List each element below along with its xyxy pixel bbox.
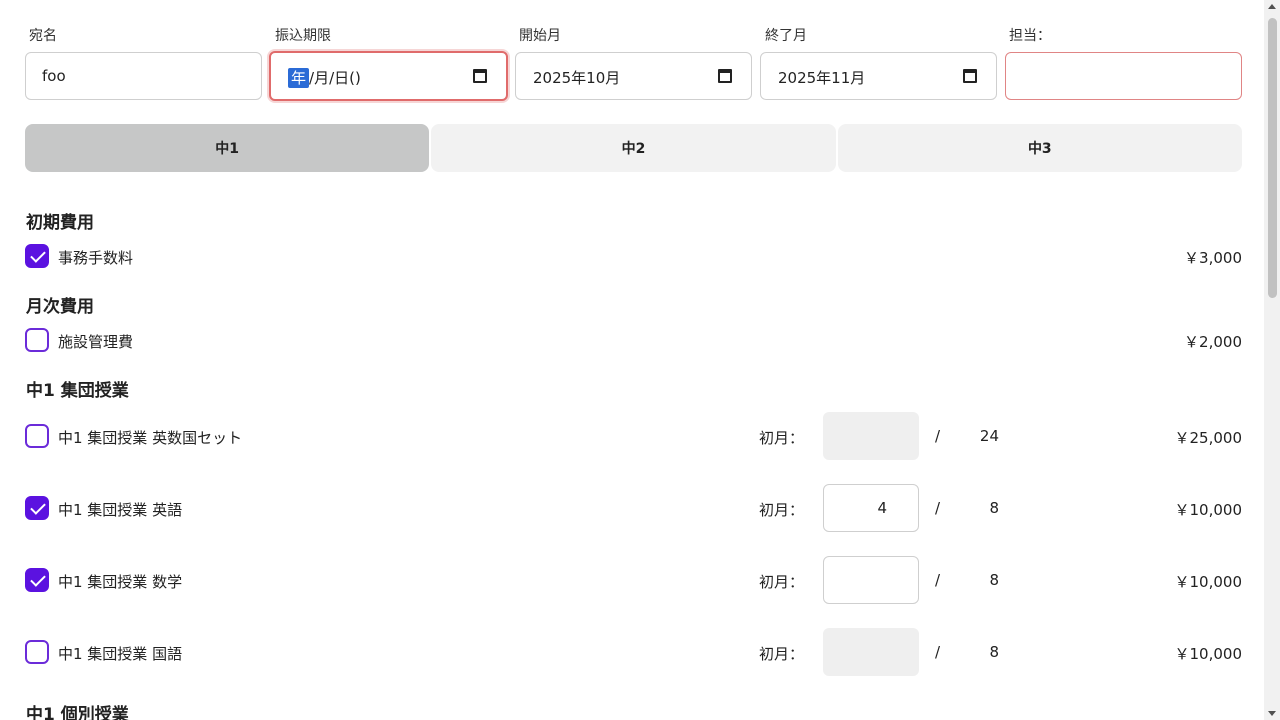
item-name: 事務手数料: [58, 249, 134, 267]
list-item: 中1 集団授業 英数国セット 初月： / 24 ￥25,000: [25, 412, 1242, 460]
start-month-value: 2025年10月: [533, 69, 621, 87]
first-month-input[interactable]: [823, 412, 919, 460]
separator: /: [935, 499, 941, 517]
end-month-label: 終了月: [765, 28, 807, 44]
scroll-down-arrow-icon[interactable]: [1268, 711, 1276, 716]
first-month-label: 初月：: [759, 645, 805, 663]
japanese-checkbox[interactable]: [25, 640, 49, 664]
facility-checkbox[interactable]: [25, 328, 49, 352]
start-month-input[interactable]: 2025年10月: [515, 52, 752, 100]
list-item: 中1 集団授業 国語 初月： / 8 ￥10,000: [25, 628, 1242, 676]
total-sessions: 8: [989, 643, 999, 661]
item-price: ￥25,000: [1174, 429, 1243, 447]
recipient-label: 宛名: [29, 28, 57, 44]
staff-input[interactable]: [1005, 52, 1242, 100]
end-month-value: 2025年11月: [778, 69, 866, 87]
list-item: 事務手数料 ￥3,000: [25, 232, 1242, 280]
calendar-icon[interactable]: [718, 69, 732, 83]
grade-tabs: 中1 中2 中3: [25, 124, 1242, 172]
total-sessions: 8: [989, 571, 999, 589]
math-checkbox[interactable]: [25, 568, 49, 592]
section-individual-lessons: 中1 個別授業: [26, 705, 129, 720]
separator: /: [935, 427, 941, 445]
due-date-value: 年/月/日(): [288, 67, 361, 88]
section-group-lessons: 中1 集団授業: [26, 381, 129, 401]
first-month-label: 初月：: [759, 573, 805, 591]
section-initial-costs: 初期費用: [26, 213, 94, 233]
due-date-year-segment[interactable]: 年: [288, 68, 310, 88]
total-sessions: 24: [979, 427, 999, 445]
scroll-thumb[interactable]: [1268, 18, 1277, 298]
separator: /: [935, 571, 941, 589]
tab-grade-3[interactable]: 中3: [837, 124, 1242, 172]
set-checkbox[interactable]: [25, 424, 49, 448]
first-month-label: 初月：: [759, 429, 805, 447]
staff-label: 担当：: [1009, 28, 1051, 44]
tab-grade-2[interactable]: 中2: [431, 124, 836, 172]
item-name: 中1 集団授業 国語: [58, 645, 183, 663]
calendar-icon[interactable]: [963, 69, 977, 83]
recipient-value: foo: [42, 67, 66, 85]
first-month-input[interactable]: 4: [823, 484, 919, 532]
recipient-input[interactable]: foo: [25, 52, 262, 100]
section-monthly-costs: 月次費用: [26, 297, 94, 317]
scrollbar[interactable]: [1264, 0, 1280, 720]
total-sessions: 8: [989, 499, 999, 517]
item-name: 中1 集団授業 数学: [58, 573, 183, 591]
item-price: ￥10,000: [1174, 573, 1243, 591]
list-item: 中1 集団授業 英語 初月： 4 / 8 ￥10,000: [25, 484, 1242, 532]
first-month-input[interactable]: [823, 628, 919, 676]
due-date-label: 振込期限: [275, 28, 331, 44]
item-price: ￥10,000: [1174, 645, 1243, 663]
item-price: ￥2,000: [1184, 333, 1242, 351]
first-month-input[interactable]: [823, 556, 919, 604]
separator: /: [935, 643, 941, 661]
calendar-icon[interactable]: [473, 69, 487, 83]
item-name: 中1 集団授業 英数国セット: [58, 429, 243, 447]
end-month-input[interactable]: 2025年11月: [760, 52, 997, 100]
item-price: ￥3,000: [1184, 249, 1242, 267]
start-month-label: 開始月: [519, 28, 561, 44]
list-item: 施設管理費 ￥2,000: [25, 316, 1242, 364]
item-name: 中1 集団授業 英語: [58, 501, 183, 519]
list-item: 中1 集団授業 数学 初月： / 8 ￥10,000: [25, 556, 1242, 604]
item-price: ￥10,000: [1174, 501, 1243, 519]
tab-grade-1[interactable]: 中1: [25, 124, 430, 172]
due-date-rest: /月/日(): [309, 69, 361, 87]
item-name: 施設管理費: [58, 333, 134, 351]
first-month-label: 初月：: [759, 501, 805, 519]
scroll-up-arrow-icon[interactable]: [1268, 4, 1276, 9]
due-date-input[interactable]: 年/月/日(): [269, 51, 508, 101]
fee-checkbox[interactable]: [25, 244, 49, 268]
english-checkbox[interactable]: [25, 496, 49, 520]
